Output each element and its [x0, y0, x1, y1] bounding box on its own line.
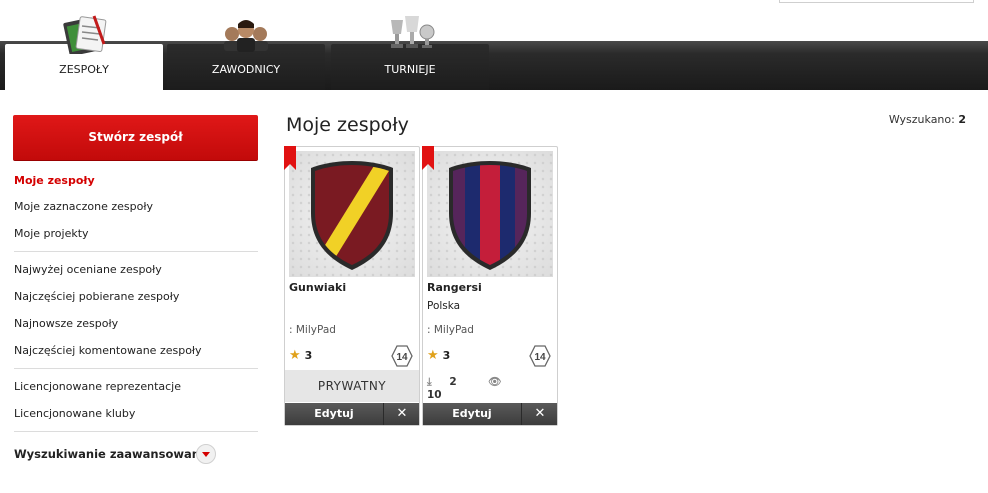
sidebar-item-my-projects[interactable]: Moje projekty	[14, 227, 89, 240]
shield-icon	[311, 161, 393, 270]
star-icon: ★	[427, 348, 439, 363]
advanced-search-label[interactable]: Wyszukiwanie zaawansowane	[14, 447, 208, 461]
card-footer: Edytuj ✕	[285, 403, 419, 425]
results-value: 2	[958, 113, 966, 126]
sidebar-item-most-commented[interactable]: Najczęściej komentowane zespoły	[14, 344, 202, 357]
search-box[interactable]	[779, 0, 974, 3]
private-status: PRYWATNY	[285, 370, 419, 402]
download-icon: ⤓	[427, 376, 432, 388]
team-name[interactable]: Gunwiaki	[289, 281, 346, 294]
close-icon[interactable]: ✕	[385, 403, 419, 425]
sidebar-item-my-marked-teams[interactable]: Moje zaznaczone zespoły	[14, 200, 153, 213]
sidebar-divider	[14, 251, 258, 252]
team-rating: ★ 3	[427, 348, 450, 363]
eye-icon: 👁	[488, 376, 502, 388]
sidebar-item-licensed-clubs[interactable]: Licencjonowane kluby	[14, 407, 135, 420]
create-team-button[interactable]: Stwórz zespół	[13, 115, 258, 161]
tab-label: ZESPOŁY	[59, 63, 109, 76]
bookmark-ribbon-icon	[284, 146, 296, 170]
tab-label: TURNIEJE	[384, 63, 436, 76]
team-country: Polska	[427, 300, 461, 312]
bookmark-ribbon-icon	[422, 146, 434, 170]
players-icon	[224, 20, 268, 52]
team-rating: ★ 3	[289, 348, 312, 363]
sidebar-item-newest[interactable]: Najnowsze zespoły	[14, 317, 118, 330]
age-rating-icon: 14	[529, 345, 551, 367]
team-crest	[289, 151, 415, 277]
card-footer: Edytuj ✕	[423, 403, 557, 425]
team-crest	[427, 151, 553, 277]
sidebar-item-top-rated[interactable]: Najwyżej oceniane zespoły	[14, 263, 162, 276]
shield-icon	[449, 161, 531, 270]
edit-button[interactable]: Edytuj	[285, 403, 384, 425]
team-author[interactable]: : MilyPad	[289, 324, 336, 336]
results-label: Wyszukano:	[888, 113, 955, 126]
edit-button[interactable]: Edytuj	[423, 403, 522, 425]
tactics-board-icon	[63, 15, 107, 54]
close-icon[interactable]: ✕	[523, 403, 557, 425]
trophies-icon	[391, 16, 435, 48]
page-title: Moje zespoły	[286, 114, 409, 136]
sidebar-divider	[14, 431, 258, 432]
tab-label: ZAWODNICY	[211, 63, 281, 76]
team-author[interactable]: : MilyPad	[427, 324, 474, 336]
results-count: Wyszukano: 2	[889, 113, 966, 126]
rating-value: 3	[304, 349, 313, 362]
downloads-stat: ⤓ 2	[427, 376, 471, 388]
team-card[interactable]: Gunwiaki : MilyPad ★ 3 14 PRYWATNY Edytuj…	[284, 146, 420, 426]
sidebar-item-my-teams[interactable]: Moje zespoły	[14, 174, 95, 187]
age-value: 14	[396, 352, 408, 363]
sidebar-item-most-downloaded[interactable]: Najczęściej pobierane zespoły	[14, 290, 179, 303]
downloads-value: 2	[449, 376, 457, 388]
sidebar-item-licensed-national[interactable]: Licencjonowane reprezentacje	[14, 380, 181, 393]
team-stats: ⤓ 2 👁 10	[427, 375, 557, 401]
star-icon: ★	[289, 348, 301, 363]
views-value: 10	[427, 389, 442, 401]
sidebar-divider	[14, 368, 258, 369]
chevron-down-icon[interactable]	[196, 444, 216, 464]
age-value: 14	[534, 352, 546, 363]
team-card[interactable]: Rangersi Polska : MilyPad ★ 3 14 ⤓ 2 👁 10…	[422, 146, 558, 426]
rating-value: 3	[442, 349, 451, 362]
age-rating-icon: 14	[391, 345, 413, 367]
team-name[interactable]: Rangersi	[427, 281, 482, 294]
